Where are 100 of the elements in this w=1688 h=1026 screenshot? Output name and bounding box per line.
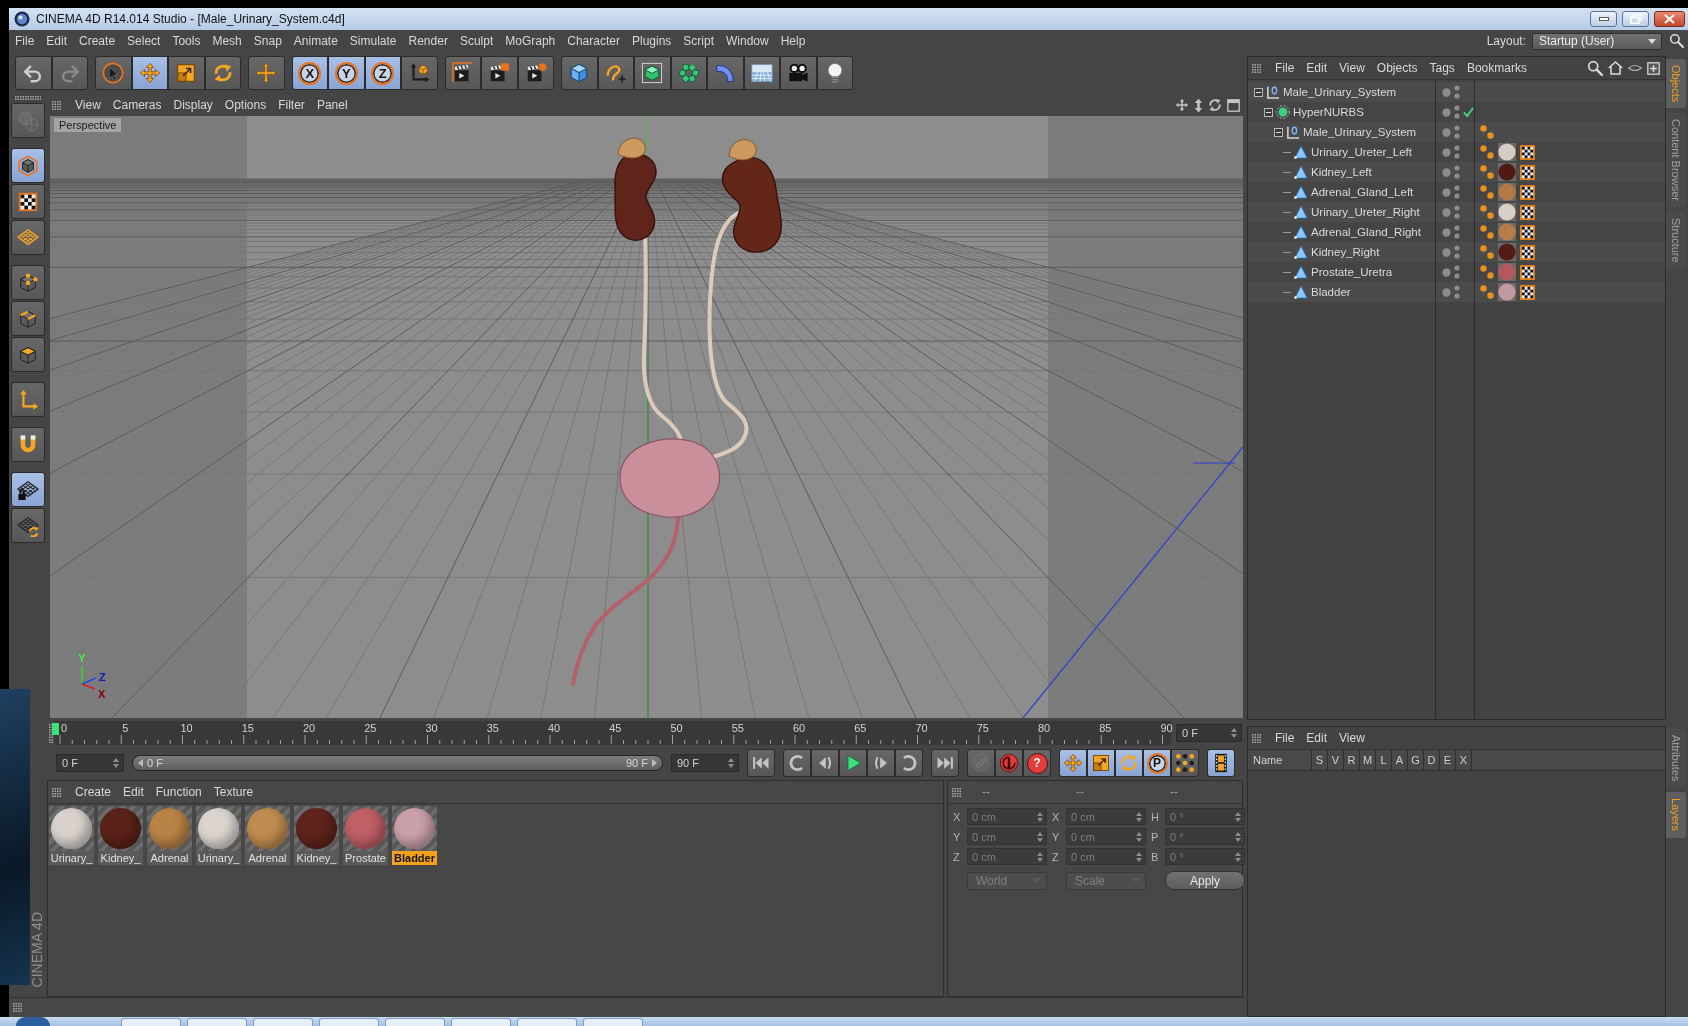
menu-item[interactable]: MoGraph [499,34,562,48]
check-icon[interactable] [1463,107,1474,117]
previous-key-button[interactable] [783,749,811,777]
status-dot-icon[interactable] [1442,167,1451,177]
object-row[interactable]: Kidney_Left [1248,162,1665,182]
grip-icon[interactable] [49,723,53,743]
dots-tag-icon[interactable] [1480,125,1494,139]
scale-tool-button[interactable] [168,56,205,90]
right-arrow-icon[interactable] [652,759,657,767]
last-tool-button[interactable] [248,56,285,90]
object-name[interactable]: Urinary_Ureter_Right [1311,206,1420,218]
deformer-button[interactable] [707,56,744,90]
workplane-lock-button[interactable] [11,472,45,507]
grip-icon[interactable] [1252,63,1261,73]
checker-tag-icon[interactable] [1520,184,1535,200]
column-header[interactable]: S [1312,750,1328,770]
frame-field[interactable]: 0 F [1176,724,1242,742]
menu-item[interactable]: Edit [1300,731,1334,745]
column-header[interactable]: E [1440,750,1456,770]
menu-item[interactable]: Cameras [106,98,168,112]
model-mode-button[interactable] [11,148,45,183]
next-key-button[interactable] [895,749,923,777]
material-ball-icon[interactable] [1498,203,1516,221]
menu-item[interactable]: Select [121,34,167,48]
status-dot-icon[interactable] [1442,287,1451,297]
material-name[interactable]: Kidney_ [294,851,339,865]
checker-tag-icon[interactable] [1520,264,1535,280]
spinner-icon[interactable] [1037,851,1043,862]
spinner-icon[interactable] [728,758,734,768]
go-to-start-button[interactable] [747,749,775,777]
search-icon[interactable] [1670,34,1684,48]
menu-item[interactable]: Script [677,34,720,48]
menu-item[interactable]: Snap [247,34,288,48]
dots-tag-icon[interactable] [1480,165,1494,179]
add-icon[interactable] [1647,61,1660,75]
menu-item[interactable]: Create [73,34,122,48]
spinner-icon[interactable] [1136,811,1142,822]
spinner-icon[interactable] [1037,811,1043,822]
object-name[interactable]: Prostate_Uretra [1311,266,1393,278]
axis-lock-button[interactable]: X [291,56,328,90]
status-dot-icon[interactable] [1442,227,1451,237]
column-header[interactable]: R [1344,750,1360,770]
column-header[interactable]: Name [1248,750,1312,770]
render-settings-button[interactable] [517,56,554,90]
collapse-icon[interactable] [1264,107,1273,117]
object-row[interactable]: Bladder [1248,282,1665,302]
home-icon[interactable] [1608,61,1623,75]
column-header[interactable]: X [1456,750,1472,770]
column-header[interactable]: V [1328,750,1344,770]
collapse-icon[interactable] [1274,127,1283,137]
menu-item[interactable]: Filter [272,98,311,112]
grip-icon[interactable] [952,787,961,797]
menu-item[interactable]: Texture [207,785,260,799]
menu-item[interactable]: View [1333,61,1371,75]
spinner-icon[interactable] [113,758,119,768]
texture-mode-button[interactable] [11,184,45,219]
dots-tag-icon[interactable] [1480,205,1494,219]
start-button[interactable] [16,1017,50,1026]
collapse-icon[interactable] [1254,87,1263,97]
menu-item[interactable]: View [69,98,107,112]
lens-icon[interactable] [1628,64,1642,72]
taskbar-button[interactable] [517,1018,577,1026]
spinner-icon[interactable] [1136,831,1142,842]
checker-tag-icon[interactable] [1520,164,1535,180]
status-dot-icon[interactable] [1442,87,1451,97]
status-dot-icon[interactable] [1442,247,1451,257]
menu-item[interactable]: Display [167,98,219,112]
rotation-key-button[interactable] [1115,749,1143,777]
dots-tag-icon[interactable] [1480,145,1494,159]
object-name[interactable]: Kidney_Left [1311,166,1372,178]
object-name[interactable]: Urinary_Ureter_Left [1311,146,1412,158]
visibility-dots-icon[interactable] [1454,145,1460,159]
menu-item[interactable]: Render [402,34,454,48]
material-name[interactable]: Prostate [343,851,388,865]
material-name[interactable]: Urinary_ [49,851,94,865]
spinner-icon[interactable] [1235,811,1241,822]
grip-icon[interactable] [1252,733,1261,743]
visibility-dots-icon[interactable] [1454,245,1460,259]
visibility-dots-icon[interactable] [1454,225,1460,239]
menu-item[interactable]: Edit [40,34,74,48]
layout-dropdown[interactable]: Startup (User) [1532,32,1662,50]
timeline-ruler[interactable]: 0 5 10 15 20 25 30 35 40 45 50 55 60 65 70 75 80 85 90 [55,721,1171,745]
camera-button[interactable] [780,56,817,90]
column-header[interactable]: L [1376,750,1392,770]
menu-item[interactable]: Window [720,34,775,48]
polygons-mode-button[interactable] [11,337,45,372]
spinner-icon[interactable] [1136,851,1142,862]
object-name[interactable]: Male_Urinary_System [1283,86,1397,98]
select-tool-button[interactable] [95,56,132,90]
frame-range-slider[interactable]: 0 F 90 F [132,755,663,771]
edges-mode-button[interactable] [11,301,45,336]
restore-button[interactable] [1622,11,1649,27]
dots-tag-icon[interactable] [1480,285,1494,299]
taskbar-button[interactable] [451,1018,511,1026]
checker-tag-icon[interactable] [1520,204,1535,220]
column-header[interactable]: D [1424,750,1440,770]
menu-item[interactable]: Sculpt [453,34,500,48]
side-tab[interactable]: Structure [1666,212,1686,269]
column-header[interactable]: M [1360,750,1376,770]
planar-workplane-button[interactable] [11,508,45,543]
